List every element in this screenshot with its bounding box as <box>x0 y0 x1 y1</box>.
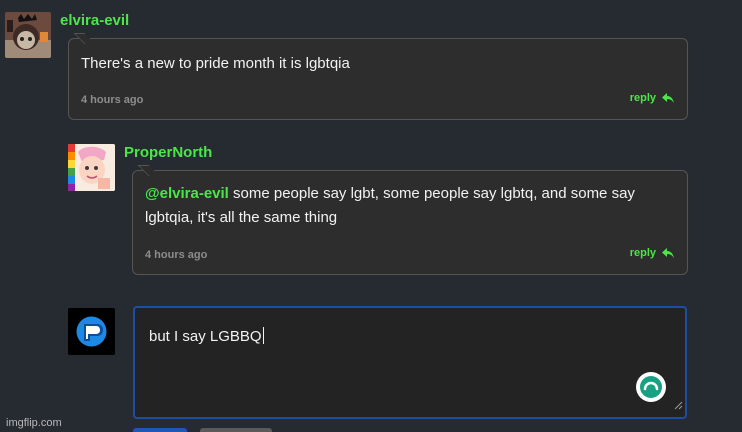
username-propernorth[interactable]: ProperNorth <box>124 144 212 161</box>
comment-text-line-2: lgbtqia, it's all the same thing <box>145 209 338 226</box>
comment-bubble: @elvira-evil some people say lgbt, some … <box>132 170 688 275</box>
comment-bubble: There's a new to pride month it is lgbtq… <box>68 38 688 120</box>
comment-timestamp: 4 hours ago <box>145 249 208 261</box>
submit-button[interactable] <box>133 428 187 432</box>
user-mention-link[interactable]: @elvira-evil <box>145 185 229 202</box>
reply-input-text: but I say LGBBQ <box>149 327 264 345</box>
reply-arrow-icon <box>662 248 674 258</box>
comment-text: @elvira-evil some people say lgbt, some … <box>145 182 675 230</box>
comment-timestamp: 4 hours ago <box>81 94 144 106</box>
reply-label: reply <box>629 92 656 104</box>
cancel-button[interactable] <box>200 428 272 432</box>
avatar-propernorth[interactable] <box>68 144 115 191</box>
imgflip-watermark: imgflip.com <box>6 417 62 429</box>
text-cursor <box>262 327 264 344</box>
reply-button[interactable]: reply <box>630 247 674 259</box>
loading-spinner-icon <box>636 372 666 402</box>
reply-arrow-icon <box>662 93 674 103</box>
username-elvira-evil[interactable]: elvira-evil <box>60 12 129 29</box>
resize-handle-icon[interactable] <box>674 397 683 415</box>
reply-label: reply <box>629 247 656 259</box>
current-user-avatar <box>68 308 115 355</box>
comment-text: There's a new to pride month it is lgbtq… <box>81 55 350 72</box>
reply-textarea[interactable]: but I say LGBBQ <box>133 306 687 419</box>
comment-text-line-1: some people say lgbt, some people say lg… <box>228 185 635 202</box>
reply-input-value: but I say LGBBQ <box>149 328 262 345</box>
comment-thread: elvira-evil There's a new to pride month… <box>0 0 742 432</box>
avatar-elvira-evil[interactable] <box>5 12 51 58</box>
reply-button[interactable]: reply <box>630 92 674 104</box>
